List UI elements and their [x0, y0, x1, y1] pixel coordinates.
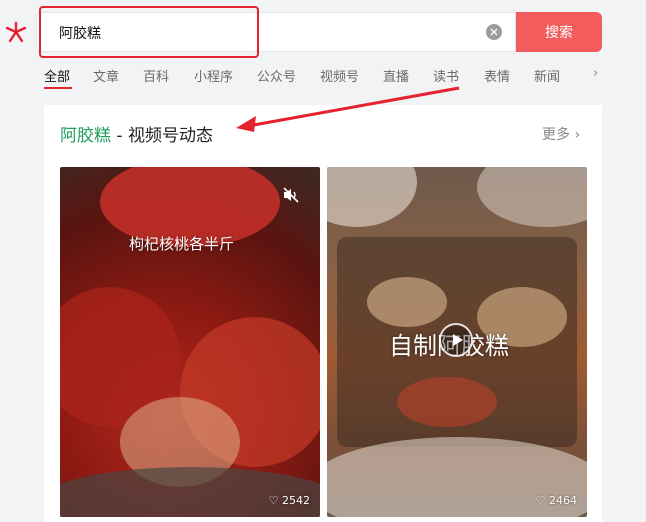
mute-icon[interactable] [282, 187, 300, 207]
top-bar: 搜索 [0, 0, 646, 62]
video-thumbnail-shape [327, 167, 417, 227]
tab-news[interactable]: 新闻 [534, 66, 560, 85]
video-thumbnail-shape [397, 377, 497, 427]
video-thumbnail-shape [367, 277, 447, 327]
video-card[interactable]: 枸杞核桃各半斤 ♡ 2542 [60, 167, 320, 517]
like-count: ♡ 2542 [268, 494, 310, 507]
chevron-right-icon: › [593, 66, 599, 81]
tab-books[interactable]: 读书 [433, 66, 459, 85]
section-title-suffix: - 视频号动态 [111, 126, 213, 146]
section-keyword: 阿胶糕 [60, 126, 111, 146]
video-thumbnail-shape [477, 167, 587, 227]
tab-encyclopedia[interactable]: 百科 [143, 66, 169, 85]
tab-all[interactable]: 全部 [44, 66, 70, 85]
tab-official-accounts[interactable]: 公众号 [257, 66, 296, 85]
section-title: 阿胶糕 - 视频号动态 [60, 121, 213, 146]
tabs-scroll-right-button[interactable]: › [583, 62, 615, 86]
active-tab-indicator [44, 87, 72, 89]
more-link[interactable]: 更多 › [542, 124, 580, 144]
video-caption: 枸杞核桃各半斤 [129, 235, 235, 253]
video-card[interactable]: 自制阿胶糕 ♡ 2464 [327, 167, 587, 517]
search-box [36, 12, 516, 52]
video-thumbnail-shape [60, 467, 320, 517]
like-count: ♡ 2464 [535, 494, 577, 507]
tab-mini-programs[interactable]: 小程序 [194, 66, 233, 85]
tab-live[interactable]: 直播 [383, 66, 409, 85]
logo-icon[interactable] [4, 20, 28, 44]
tab-bar: 全部 文章 百科 小程序 公众号 视频号 直播 读书 表情 新闻 › [0, 62, 646, 96]
clear-icon[interactable] [486, 24, 502, 40]
tab-stickers[interactable]: 表情 [484, 66, 510, 85]
search-button[interactable]: 搜索 [516, 12, 602, 52]
channels-results-card: 阿胶糕 - 视频号动态 更多 › 枸杞核桃各半斤 ♡ 2542 自制阿胶糕 ♡ [44, 105, 602, 522]
tab-articles[interactable]: 文章 [93, 66, 119, 85]
play-icon[interactable] [439, 323, 473, 357]
search-input[interactable] [59, 22, 439, 44]
tab-channels[interactable]: 视频号 [320, 66, 359, 85]
